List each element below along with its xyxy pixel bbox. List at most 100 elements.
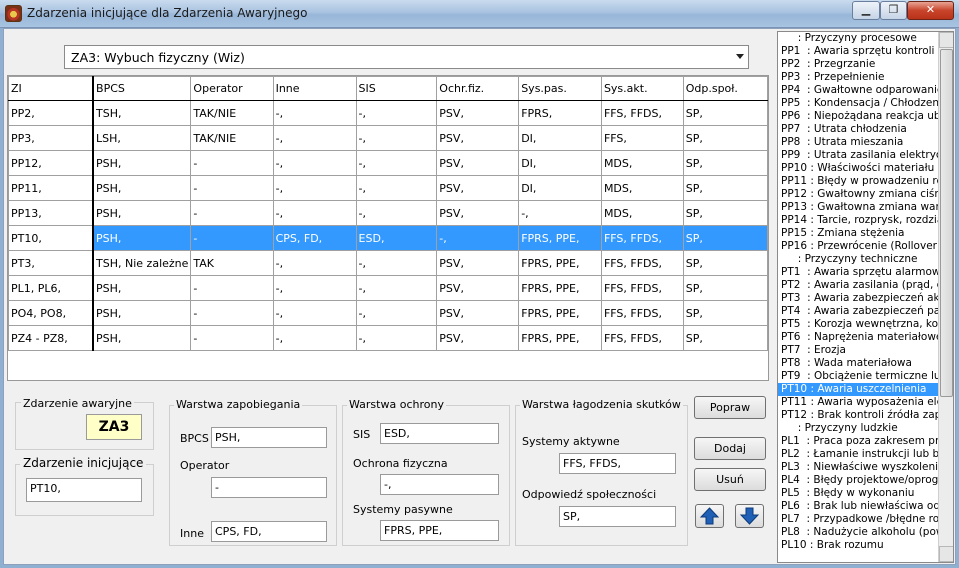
table-cell[interactable]: CPS, FD, — [272, 225, 357, 251]
table-cell[interactable]: -, — [518, 200, 602, 226]
initiating-events-grid[interactable]: ZI BPCS Operator Inne SIS Ochr.fiz. Sys.pas. Sy… — [7, 75, 769, 381]
table-cell[interactable]: PO4, PO8, — [8, 300, 95, 326]
table-cell[interactable]: PSV, — [436, 175, 520, 201]
edit-button[interactable]: Popraw — [694, 396, 766, 419]
table-cell[interactable]: PSV, — [436, 250, 520, 276]
table-cell[interactable]: -, — [272, 125, 357, 151]
table-cell[interactable]: -, — [355, 200, 438, 226]
bpcs-field[interactable]: PSH, — [211, 427, 327, 448]
list-item[interactable]: PP14 : Tarcie, rozprysk, rozdział — [778, 214, 940, 227]
grid-header-4[interactable]: SIS — [355, 76, 438, 101]
table-cell[interactable]: SP, — [682, 325, 768, 351]
table-cell[interactable]: - — [190, 175, 274, 201]
table-cell[interactable]: -, — [272, 275, 357, 301]
list-item[interactable]: PP12 : Gwałtowny zmiana ciśnien — [778, 188, 940, 201]
table-cell[interactable]: TAK — [190, 250, 274, 276]
grid-header-2[interactable]: Operator — [190, 76, 274, 101]
list-item[interactable]: PL2 : Łamanie instrukcji lub brak — [778, 448, 940, 461]
table-cell[interactable]: FFS, FFDS, — [600, 275, 684, 301]
table-cell[interactable]: -, — [272, 300, 357, 326]
table-cell[interactable]: -, — [272, 150, 357, 176]
add-button[interactable]: Dodaj — [694, 437, 766, 460]
list-item[interactable]: PT10 : Awaria uszczelnienia — [778, 383, 940, 396]
list-item[interactable]: : Przyczyny ludzkie — [778, 422, 940, 435]
table-cell[interactable]: FFS, FFDS, — [600, 300, 684, 326]
grid-header-3[interactable]: Inne — [272, 76, 357, 101]
list-item[interactable]: PL8 : Nadużycie alkoholu (powa — [778, 526, 940, 539]
table-cell[interactable]: FFS, FFDS, — [600, 250, 684, 276]
table-cell[interactable]: -, — [355, 300, 438, 326]
table-cell[interactable]: -, — [355, 125, 438, 151]
table-cell[interactable]: SP, — [682, 125, 768, 151]
table-cell[interactable]: SP, — [682, 175, 768, 201]
active-systems-field[interactable]: FFS, FFDS, — [559, 453, 676, 474]
table-cell[interactable]: PSV, — [436, 150, 520, 176]
accident-select[interactable]: ZA3: Wybuch fizyczny (Wiz) — [64, 45, 749, 69]
minimize-button[interactable]: ▁ — [852, 1, 880, 20]
list-item[interactable]: PL5 : Błędy w wykonaniu — [778, 487, 940, 500]
table-cell[interactable]: FPRS, PPE, — [518, 225, 602, 251]
table-cell[interactable]: TSH, — [92, 100, 192, 126]
table-cell[interactable]: -, — [436, 225, 520, 251]
table-cell[interactable]: DI, — [518, 150, 602, 176]
table-cell[interactable]: SP, — [682, 250, 768, 276]
table-cell[interactable]: PSH, — [92, 325, 192, 351]
sis-field[interactable]: ESD, — [380, 423, 499, 444]
table-cell[interactable]: FPRS, PPE, — [518, 325, 602, 351]
list-item[interactable]: PL1 : Praca poza zakresem proje — [778, 435, 940, 448]
list-item[interactable]: PP16 : Przewrócenie (Rollover) — [778, 240, 940, 253]
table-cell[interactable]: PSH, — [92, 225, 192, 251]
table-cell[interactable]: FPRS, PPE, — [518, 250, 602, 276]
table-row[interactable]: PP3, LSH, TAK/NIE -, -, PSV, DI, FFS, SP, — [8, 125, 768, 151]
list-item[interactable]: PT3 : Awaria zabezpieczeń akty — [778, 292, 940, 305]
physical-protection-field[interactable]: -, — [380, 474, 499, 495]
table-cell[interactable]: FPRS, PPE, — [518, 300, 602, 326]
table-row[interactable]: PP12, PSH, - -, -, PSV, DI, MDS, SP, — [8, 150, 768, 176]
table-cell[interactable]: SP, — [682, 275, 768, 301]
list-item[interactable]: PT6 : Naprężenia materiałowe — [778, 331, 940, 344]
table-cell[interactable]: PSV, — [436, 300, 520, 326]
table-cell[interactable]: FFS, FFDS, — [600, 225, 684, 251]
table-cell[interactable]: PT10, — [8, 225, 95, 251]
table-cell[interactable]: FFS, FFDS, — [600, 325, 684, 351]
list-item[interactable]: PL3 : Niewłaściwe wyszkolenie i — [778, 461, 940, 474]
list-item[interactable]: PP6 : Niepożądana reakcja ubocz — [778, 110, 940, 123]
list-item[interactable]: PT8 : Wada materiałowa — [778, 357, 940, 370]
table-row[interactable]: PP11, PSH, - -, -, PSV, DI, MDS, SP, — [8, 175, 768, 201]
list-item[interactable]: PP7 : Utrata chłodzenia — [778, 123, 940, 136]
list-item[interactable]: PT1 : Awaria sprzętu alarmoweg — [778, 266, 940, 279]
causes-list[interactable]: : Przyczyny procesowe PP1 : Awaria sprzęt… — [777, 31, 954, 563]
table-cell[interactable]: -, — [272, 325, 357, 351]
table-cell[interactable]: PZ4 - PZ8, — [8, 325, 95, 351]
list-item[interactable]: PT7 : Erozja — [778, 344, 940, 357]
move-up-button[interactable] — [695, 504, 724, 528]
table-cell[interactable]: - — [190, 225, 274, 251]
table-cell[interactable]: SP, — [682, 200, 768, 226]
list-item[interactable]: PP3 : Przepełnienie — [778, 71, 940, 84]
table-cell[interactable]: PT3, — [8, 250, 95, 276]
table-cell[interactable]: PP12, — [8, 150, 95, 176]
table-cell[interactable]: PP13, — [8, 200, 95, 226]
table-cell[interactable]: PSV, — [436, 325, 520, 351]
table-cell[interactable]: FPRS, PPE, — [518, 275, 602, 301]
table-cell[interactable]: TAK/NIE — [190, 125, 274, 151]
table-cell[interactable]: - — [190, 300, 274, 326]
move-down-button[interactable] — [735, 504, 764, 528]
table-cell[interactable]: -, — [355, 175, 438, 201]
maximize-button[interactable]: ❐ — [880, 1, 907, 20]
table-cell[interactable]: FPRS, — [518, 100, 602, 126]
list-item[interactable]: PT11 : Awaria wyposażenia elek — [778, 396, 940, 409]
list-item[interactable]: PP5 : Kondensacja / Chłodzenie — [778, 97, 940, 110]
table-cell[interactable]: MDS, — [600, 150, 684, 176]
table-cell[interactable]: PSH, — [92, 150, 192, 176]
list-item[interactable]: PT9 : Obciążenie termiczne lub c — [778, 370, 940, 383]
table-row[interactable]: PT3, TSH, Nie zależne TAK -, -, PSV, FPRS, PPE… — [8, 250, 768, 276]
initiating-value-field[interactable]: PT10, — [26, 478, 142, 502]
table-cell[interactable]: ESD, — [355, 225, 438, 251]
table-row[interactable]: PT10, PSH, - CPS, FD, ESD, -, FPRS, PPE, FFS, F… — [8, 225, 768, 251]
table-cell[interactable]: PSH, — [92, 200, 192, 226]
list-item[interactable]: PL7 : Przypadkowe /błędne rozł — [778, 513, 940, 526]
table-row[interactable]: PP2, TSH, TAK/NIE -, -, PSV, FPRS, FFS, FFDS, SP… — [8, 100, 768, 126]
table-cell[interactable]: FFS, FFDS, — [600, 100, 684, 126]
table-cell[interactable]: PSV, — [436, 125, 520, 151]
